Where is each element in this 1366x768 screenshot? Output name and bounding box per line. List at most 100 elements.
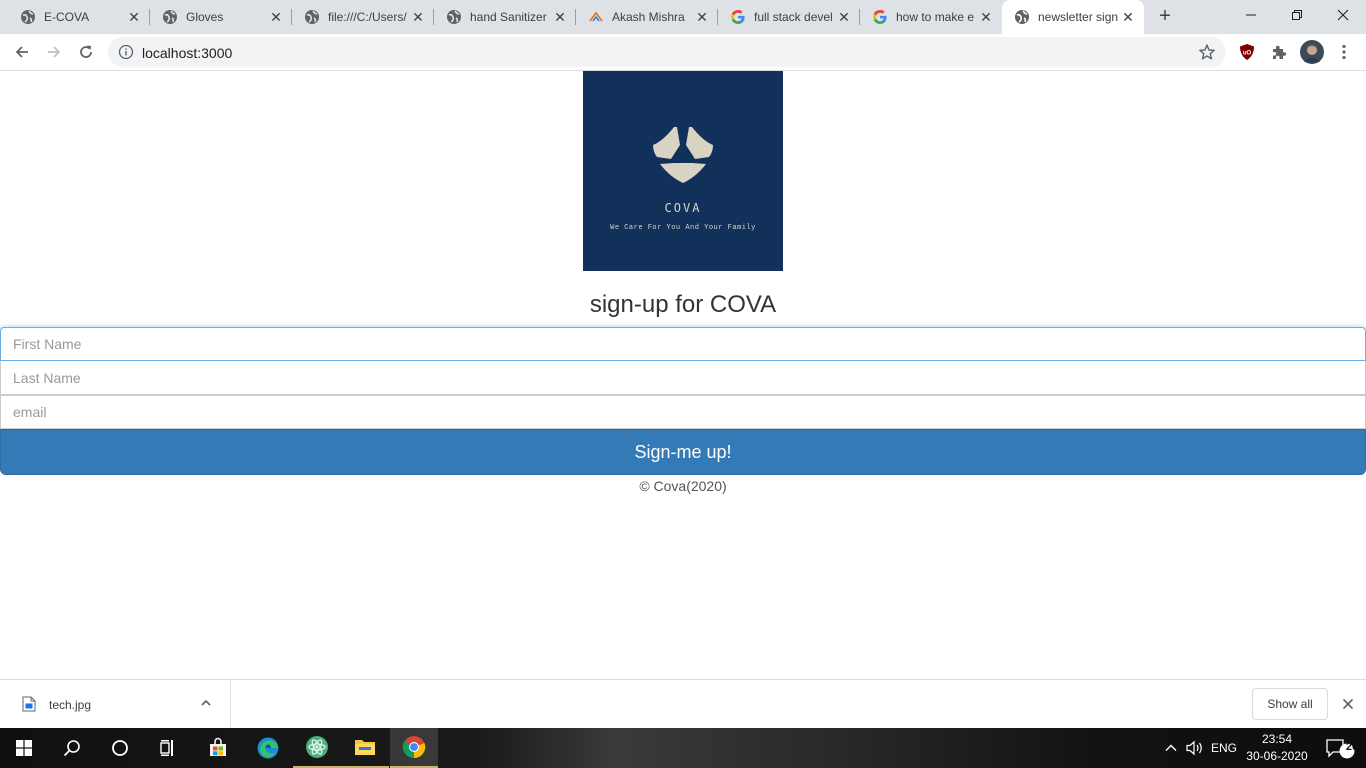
cortana-icon	[112, 740, 128, 756]
tab-newsletter-signup[interactable]: newsletter sign ✕	[1002, 0, 1144, 34]
kebab-menu-icon[interactable]	[1334, 42, 1354, 62]
tab-e-cova[interactable]: E-COVA ✕	[0, 0, 150, 34]
google-icon	[872, 9, 888, 25]
store-icon	[210, 737, 226, 756]
page-title: sign-up for COVA	[589, 291, 777, 318]
email-field[interactable]: email	[0, 395, 1366, 429]
download-item[interactable]: tech.jpg	[0, 680, 231, 728]
tab-full-stack[interactable]: full stack devel ✕	[710, 0, 860, 34]
globe-icon	[304, 9, 320, 25]
logo-tagline: We Care For You And Your Family	[610, 224, 756, 232]
reload-icon	[80, 45, 92, 58]
tab-akash-mishra[interactable]: Akash Mishra ✕	[568, 0, 718, 34]
tab-gloves[interactable]: Gloves ✕	[142, 0, 292, 34]
tab-title: Akash Mishra	[612, 10, 685, 24]
ublock-origin-icon[interactable]: uO	[1237, 42, 1257, 62]
address-bar[interactable]: localhost:3000	[108, 37, 1226, 67]
bookmark-star-icon[interactable]	[1198, 43, 1216, 61]
extensions-puzzle-icon[interactable]	[1269, 42, 1289, 62]
akash-logo-icon	[588, 9, 604, 25]
minimize-icon	[1246, 14, 1256, 16]
tab-title: file:///C:/Users/	[328, 10, 407, 24]
tab-hand-sanitizer[interactable]: hand Sanitizer ✕	[426, 0, 576, 34]
close-icon[interactable]: ✕	[1120, 9, 1136, 25]
tab-title: E-COVA	[44, 10, 90, 24]
close-icon[interactable]: ✕	[126, 9, 142, 25]
forward-button[interactable]	[40, 38, 68, 66]
chrome-button[interactable]	[390, 728, 438, 768]
chevron-up-icon	[1165, 744, 1177, 751]
show-all-button[interactable]: Show all	[1252, 688, 1328, 720]
windows-taskbar: ENG 23:54 30-06-2020 26	[0, 728, 1366, 768]
url-text[interactable]: localhost:3000	[142, 45, 232, 61]
language-indicator[interactable]: ENG	[1208, 728, 1240, 768]
tab-title: how to make e	[896, 10, 975, 24]
new-tab-button[interactable]: +	[1154, 5, 1176, 27]
copyright-footer: © Cova(2020)	[639, 478, 727, 494]
download-file-name: tech.jpg	[49, 698, 92, 712]
file-explorer-button[interactable]	[341, 728, 389, 768]
atom-button[interactable]	[293, 728, 341, 768]
download-shelf: tech.jpg Show all	[0, 679, 1366, 728]
globe-icon	[1014, 9, 1030, 25]
show-hidden-icons-button[interactable]	[1160, 728, 1182, 768]
last-name-field[interactable]: Last Name	[0, 361, 1366, 395]
close-icon[interactable]: ✕	[836, 9, 852, 25]
edge-icon	[257, 737, 279, 759]
tab-title: Gloves	[186, 10, 224, 24]
back-button[interactable]	[8, 38, 36, 66]
tab-strip: E-COVA ✕ Gloves ✕ file:///C:/Users/ ✕ ha…	[0, 0, 1366, 34]
globe-icon	[162, 9, 178, 25]
browser-toolbar: localhost:3000 uO	[0, 34, 1366, 71]
search-button[interactable]	[48, 728, 96, 768]
sign-up-button[interactable]: Sign-me up!	[0, 429, 1366, 475]
close-icon[interactable]: ✕	[552, 9, 568, 25]
avatar[interactable]	[1300, 40, 1324, 64]
info-icon[interactable]	[118, 44, 134, 60]
first-name-field[interactable]: First Name	[0, 327, 1366, 361]
cova-emblem-icon	[653, 127, 713, 183]
atom-icon	[306, 736, 328, 758]
tab-title: full stack devel	[754, 10, 833, 24]
restore-button[interactable]	[1274, 0, 1320, 30]
task-view-button[interactable]	[144, 728, 192, 768]
edge-button[interactable]	[244, 728, 292, 768]
task-view-icon	[160, 740, 173, 756]
close-icon	[1342, 698, 1354, 710]
clock-time: 23:54	[1261, 732, 1293, 746]
start-button[interactable]	[0, 728, 48, 768]
close-window-button[interactable]	[1320, 0, 1366, 30]
close-icon[interactable]: ✕	[268, 9, 284, 25]
page-content: COVA We Care For You And Your Family sig…	[0, 71, 1366, 679]
google-icon	[730, 9, 746, 25]
close-shelf-button[interactable]	[1339, 695, 1357, 713]
tab-title: hand Sanitizer	[470, 10, 547, 24]
file-explorer-icon	[355, 740, 375, 755]
cortana-button[interactable]	[96, 728, 144, 768]
speaker-icon	[1186, 740, 1202, 756]
reload-button[interactable]	[72, 38, 100, 66]
arrow-right-icon	[48, 46, 61, 58]
minimize-button[interactable]	[1228, 0, 1274, 30]
chevron-up-icon[interactable]	[199, 696, 213, 715]
chrome-icon	[402, 736, 426, 759]
logo-brand-text: COVA	[664, 201, 702, 215]
globe-icon	[20, 9, 36, 25]
close-icon	[1337, 9, 1349, 21]
search-icon	[63, 740, 80, 757]
close-icon[interactable]: ✕	[410, 9, 426, 25]
close-icon[interactable]: ✕	[694, 9, 710, 25]
taskbar-clock[interactable]: 23:54 30-06-2020	[1246, 731, 1308, 765]
clock-date: 30-06-2020	[1246, 749, 1308, 763]
restore-icon	[1292, 10, 1302, 20]
cova-logo: COVA We Care For You And Your Family	[583, 71, 783, 271]
close-icon[interactable]: ✕	[978, 9, 994, 25]
svg-text:uO: uO	[1243, 51, 1252, 57]
store-button[interactable]	[194, 728, 242, 768]
action-center-button[interactable]: 26	[1318, 728, 1362, 768]
tab-file[interactable]: file:///C:/Users/ ✕	[284, 0, 434, 34]
tab-title: newsletter sign	[1038, 10, 1119, 24]
tab-how-to-make[interactable]: how to make e ✕	[852, 0, 1002, 34]
image-file-icon	[22, 696, 36, 717]
volume-button[interactable]	[1183, 728, 1207, 768]
